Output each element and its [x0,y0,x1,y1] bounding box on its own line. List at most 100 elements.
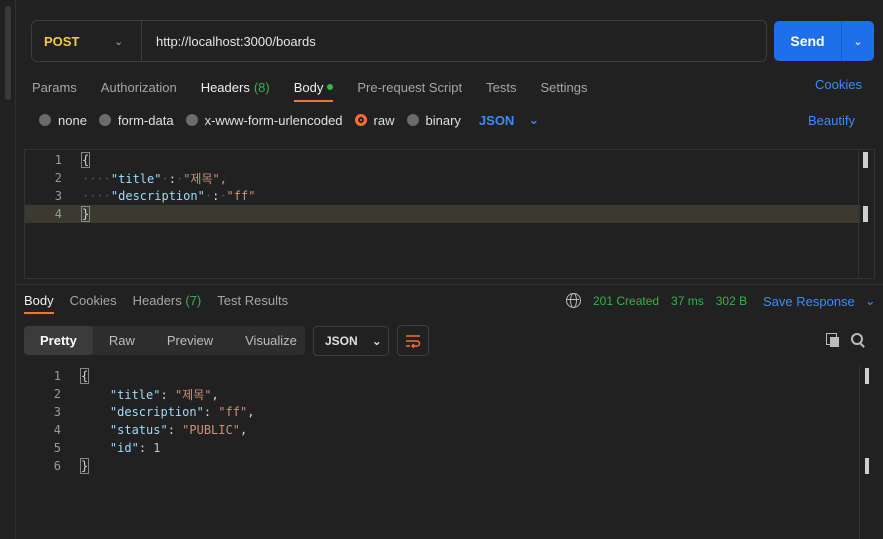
wrap-lines-icon [406,334,421,348]
radio-selected-icon [354,114,367,126]
radio-circle-icon [39,114,51,126]
resp-tab-headers-count: (7) [185,293,202,308]
punct: , [247,405,255,419]
radio-label: x-www-form-urlencoded [204,112,343,128]
line-number: 4 [54,207,62,221]
tab-settings[interactable]: Settings [540,76,587,98]
tab-body[interactable]: Body [293,76,334,102]
radio-label: form-data [117,112,174,128]
tab-headers[interactable]: Headers (8) [201,76,270,98]
radio-circle-icon [406,114,419,126]
response-format-label: JSON [325,334,358,348]
send-options-chevron-icon[interactable]: ⌄ [841,21,874,61]
radio-circle-icon [185,114,198,126]
tab-tests[interactable]: Tests [486,76,516,98]
tab-headers-count: (8) [253,79,270,95]
radio-form-data[interactable]: form-data [98,112,174,128]
tab-params[interactable]: Params [32,76,77,98]
code-line: 4 "status": "PUBLIC", [24,421,859,439]
send-button[interactable]: Send ⌄ [774,21,874,61]
json-value: "제목", [183,171,227,186]
scroll-marker [865,368,869,384]
json-value: "ff" [226,189,256,203]
radio-label: none [58,112,87,128]
cookies-link[interactable]: Cookies [815,77,862,92]
body-type-selector: none form-data x-www-form-urlencoded raw… [39,112,539,128]
line-number: 2 [53,387,61,401]
view-preview[interactable]: Preview [151,326,229,355]
left-scrollbar[interactable] [0,0,16,539]
response-format-select[interactable]: JSON ⌄ [313,326,389,356]
editor-scrollbar[interactable] [858,150,874,278]
code-text: { [79,368,90,384]
code-line: 2 ····"title"·:·"제목", [25,169,860,187]
chevron-down-icon: ⌄ [114,35,124,48]
search-icon[interactable] [851,333,865,347]
radio-binary[interactable]: binary [406,112,461,128]
save-response-button[interactable]: Save Response ⌄ [763,293,876,309]
code-text: "id": 1 [109,441,161,455]
view-visualize[interactable]: Visualize [229,326,313,355]
chevron-down-icon: ⌄ [371,334,382,348]
radio-raw[interactable]: raw [354,113,395,128]
line-number: 1 [53,369,61,383]
method-select[interactable]: POST ⌄ [32,21,142,61]
line-number: 3 [54,189,62,203]
resp-tab-headers[interactable]: Headers (7) [133,293,202,308]
resp-tab-headers-label: Headers [132,293,182,308]
line-number: 2 [54,171,62,185]
view-pretty[interactable]: Pretty [24,326,93,355]
chevron-down-icon: ⌄ [864,293,876,308]
request-tabs: Params Authorization Headers (8) Body Pr… [32,76,587,102]
punct: , [239,423,248,437]
radio-circle-icon [98,114,111,126]
radio-none[interactable]: none [39,113,87,128]
tab-authorization[interactable]: Authorization [101,76,177,98]
code-text: { [80,152,91,168]
scrollbar-thumb[interactable] [5,6,11,100]
beautify-button[interactable]: Beautify [808,113,855,128]
view-raw[interactable]: Raw [93,326,151,355]
code-text: "description": "ff", [109,405,255,419]
json-value: "ff" [218,405,248,419]
tab-pre-request-script[interactable]: Pre-request Script [357,76,462,98]
code-text: "status": "PUBLIC", [109,423,248,437]
resp-tab-cookies[interactable]: Cookies [70,293,117,308]
response-time[interactable]: 37 ms [671,294,704,308]
response-scrollbar[interactable] [859,366,875,539]
code-line: 6 } [24,457,859,475]
punct: , [211,387,219,402]
code-line: 1 { [24,367,859,385]
json-key: "id" [109,441,139,455]
radio-x-www-form-urlencoded[interactable]: x-www-form-urlencoded [185,112,343,128]
request-body-editor[interactable]: 1 { 2 ····"title"·:·"제목", 3 ····"descrip… [24,149,875,279]
json-key: "description" [110,189,205,203]
pane-divider[interactable] [16,284,883,285]
resp-tab-body[interactable]: Body [24,293,54,314]
chevron-down-icon: ⌄ [528,112,540,127]
line-number: 3 [53,405,61,419]
json-value: "PUBLIC" [182,423,240,437]
brace: } [80,206,91,222]
code-line: 3 "description": "ff", [24,403,859,421]
radio-label: binary [425,112,461,128]
code-line: 2 "title": "제목", [24,385,859,403]
url-input[interactable]: http://localhost:3000/boards [142,34,316,49]
response-size[interactable]: 302 B [716,294,747,308]
wrap-lines-button[interactable] [397,325,429,356]
resp-tab-test-results[interactable]: Test Results [217,293,288,308]
code-text: ····"title"·:·"제목", [82,171,227,186]
save-response-label: Save Response [763,293,855,309]
line-number: 1 [54,153,62,167]
scroll-marker [863,152,868,168]
body-format-select[interactable]: JSON ⌄ [479,112,539,128]
response-body-viewer[interactable]: 1 { 2 "title": "제목", 3 "description": "f… [24,366,875,539]
url-bar: POST ⌄ http://localhost:3000/boards [31,20,767,62]
globe-icon[interactable] [566,293,581,308]
code-line: 3 ····"description"·:·"ff" [25,187,860,205]
response-tabs: Body Cookies Headers (7) Test Results [24,293,288,314]
copy-icon[interactable] [826,333,840,347]
status-code[interactable]: 201 Created [593,294,659,308]
line-number: 5 [53,441,61,455]
send-label: Send [790,33,825,49]
